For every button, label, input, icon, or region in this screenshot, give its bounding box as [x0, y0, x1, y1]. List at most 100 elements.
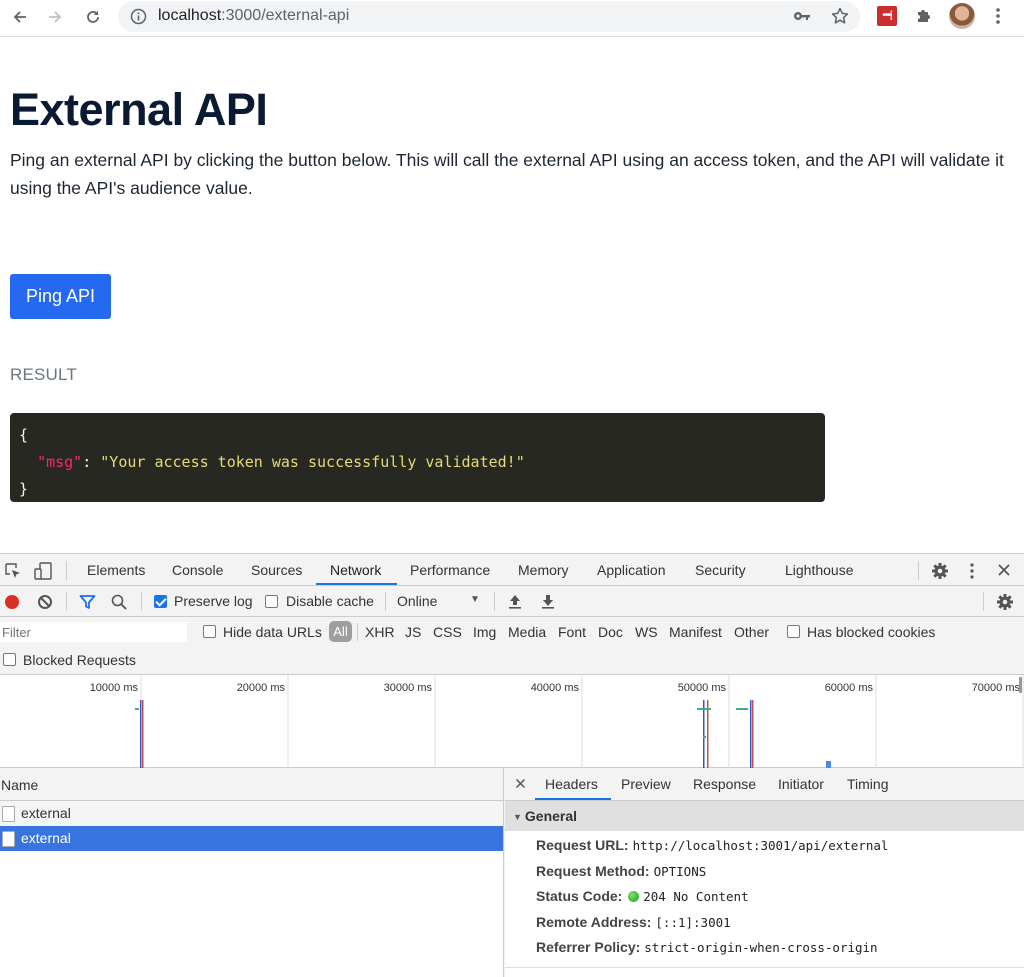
tab-lighthouse[interactable]: Lighthouse [785, 562, 854, 578]
timeline-event-marker [736, 708, 748, 710]
tab-application[interactable]: Application [597, 562, 666, 578]
url-text[interactable]: localhost:3000/external-api [158, 7, 349, 25]
tab-memory[interactable]: Memory [518, 562, 569, 578]
tab-response[interactable]: Response [693, 776, 756, 792]
header-field: Remote Address: [::1]:3001 [536, 914, 731, 930]
request-row[interactable]: external [0, 801, 503, 826]
device-toolbar-button[interactable] [33, 561, 53, 581]
tab-elements[interactable]: Elements [87, 562, 145, 578]
ping-api-button[interactable]: Ping API [10, 274, 111, 319]
disable-cache-label[interactable]: Disable cache [286, 593, 374, 609]
filter-type-manifest[interactable]: Manifest [669, 624, 722, 640]
blocked-requests-label[interactable]: Blocked Requests [23, 652, 136, 668]
filter-type-doc[interactable]: Doc [598, 624, 623, 640]
filter-type-img[interactable]: Img [473, 624, 496, 640]
close-details-button[interactable] [515, 778, 526, 789]
gear-icon [997, 594, 1013, 610]
import-har-button[interactable] [508, 594, 522, 610]
address-bar[interactable]: localhost:3000/external-api [118, 1, 860, 32]
info-icon[interactable] [130, 8, 147, 25]
timeline-event-marker [703, 700, 705, 769]
browser-toolbar: localhost:3000/external-api •••| [0, 0, 1024, 37]
filter-type-css[interactable]: CSS [433, 624, 462, 640]
timeline-event-marker [750, 700, 752, 769]
clear-button[interactable] [37, 594, 53, 610]
filter-toggle-button[interactable] [79, 594, 96, 610]
request-name: external [21, 830, 71, 846]
reload-icon [87, 11, 99, 23]
throttling-select[interactable]: Online ▼ [397, 593, 483, 611]
tab-performance[interactable]: Performance [410, 562, 490, 578]
has-blocked-cookies-label[interactable]: Has blocked cookies [807, 624, 935, 640]
tab-security[interactable]: Security [695, 562, 746, 578]
network-settings-button[interactable] [996, 593, 1014, 611]
timeline-event-marker [135, 708, 139, 710]
throttling-value: Online [397, 593, 438, 609]
close-icon [515, 778, 526, 789]
timeline-tick-label: 40000 ms [531, 682, 580, 694]
devtools-close-button[interactable] [997, 563, 1011, 577]
filter-type-js[interactable]: JS [405, 624, 421, 640]
json-close-brace: } [19, 480, 29, 498]
record-button[interactable] [5, 595, 19, 609]
filter-type-other[interactable]: Other [734, 624, 769, 640]
timeline-svg: 10000 ms 20000 ms 30000 ms 40000 ms 50000 ms… [90, 675, 1024, 769]
filter-type-media[interactable]: Media [508, 624, 546, 640]
tab-initiator[interactable]: Initiator [778, 776, 824, 792]
extensions-puzzle-icon[interactable] [914, 6, 934, 26]
field-key: Request URL: [536, 837, 629, 853]
search-button[interactable] [111, 594, 127, 610]
column-header-name[interactable]: Name [0, 768, 503, 801]
lastpass-extension-icon[interactable]: •••| [877, 6, 897, 26]
field-value: 204 No Content [643, 889, 749, 904]
star-icon[interactable] [830, 6, 850, 26]
tab-preview[interactable]: Preview [621, 776, 671, 792]
profile-avatar[interactable] [949, 3, 975, 29]
divider [66, 592, 67, 611]
arrow-right-icon [49, 11, 62, 23]
browser-menu-icon[interactable] [990, 6, 1006, 26]
preserve-log-label[interactable]: Preserve log [174, 593, 253, 609]
blocked-requests-checkbox[interactable] [3, 653, 16, 666]
divider [918, 561, 919, 580]
inspect-element-button[interactable] [4, 562, 22, 580]
preserve-log-checkbox[interactable] [154, 595, 167, 608]
hide-data-urls-label[interactable]: Hide data URLs [223, 624, 322, 640]
timeline-tick-label: 10000 ms [90, 682, 139, 694]
details-tabbar: Headers Preview Response Initiator Timin… [505, 768, 1024, 801]
key-icon[interactable] [793, 8, 811, 24]
tab-console[interactable]: Console [172, 562, 223, 578]
filter-type-xhr[interactable]: XHR [365, 624, 395, 640]
timeline-event-marker [703, 736, 706, 738]
devtools-tabbar: Elements Console Sources Network Perform… [0, 553, 1024, 586]
url-path: :3000/external-api [221, 7, 350, 24]
status-green-dot-icon [628, 891, 640, 902]
filter-input[interactable] [0, 622, 187, 642]
hide-data-urls-checkbox[interactable] [203, 625, 216, 638]
close-icon [998, 564, 1010, 576]
filter-type-font[interactable]: Font [558, 624, 586, 640]
tab-headers[interactable]: Headers [545, 776, 598, 792]
disable-cache-checkbox[interactable] [265, 595, 278, 608]
general-section-header[interactable]: ▼ General [505, 801, 1024, 831]
request-details-panel: Headers Preview Response Initiator Timin… [505, 768, 1024, 977]
devtools-more-button[interactable] [966, 562, 978, 580]
filter-type-all[interactable]: All [329, 621, 352, 642]
network-toolbar: Preserve log Disable cache Online ▼ [0, 586, 1024, 617]
tab-network[interactable]: Network [330, 562, 381, 578]
reload-button[interactable] [81, 5, 105, 29]
forward-button[interactable] [43, 5, 67, 29]
has-blocked-cookies-checkbox[interactable] [787, 625, 800, 638]
filter-type-ws[interactable]: WS [635, 624, 658, 640]
tab-sources[interactable]: Sources [251, 562, 302, 578]
request-row-selected[interactable]: external [0, 826, 503, 851]
export-har-button[interactable] [541, 594, 555, 610]
json-colon: : [82, 453, 101, 471]
json-key: "msg" [37, 453, 83, 471]
timeline-scrollbar[interactable] [1019, 677, 1022, 693]
network-overview-timeline[interactable]: 10000 ms 20000 ms 30000 ms 40000 ms 50000 ms… [0, 674, 1024, 769]
field-value: http://localhost:3001/api/external [632, 838, 889, 853]
tab-timing[interactable]: Timing [847, 776, 889, 792]
devtools-settings-button[interactable] [931, 562, 949, 580]
back-button[interactable] [8, 5, 32, 29]
